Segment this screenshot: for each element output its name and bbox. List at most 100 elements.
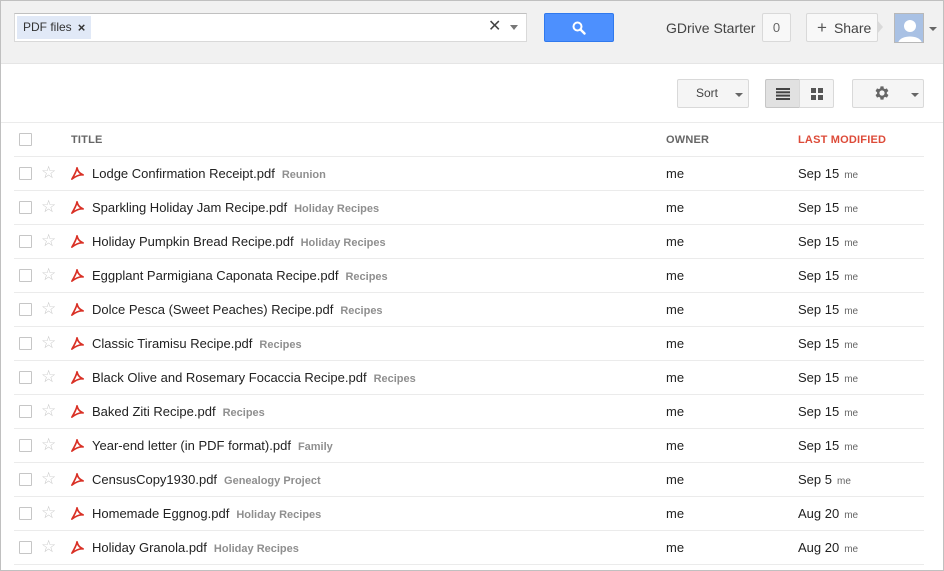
file-name[interactable]: Classic Tiramisu Recipe.pdf Recipes bbox=[92, 336, 302, 351]
column-header-title[interactable]: TITLE bbox=[71, 134, 103, 146]
star-icon[interactable]: ☆ bbox=[41, 231, 56, 251]
file-name[interactable]: Homemade Eggnog.pdf Holiday Recipes bbox=[92, 506, 321, 521]
table-row[interactable]: ☆ Baked Ziti Recipe.pdf Recipes me Sep 15 me bbox=[14, 395, 924, 429]
file-name[interactable]: Lodge Confirmation Receipt.pdf Reunion bbox=[92, 166, 326, 181]
star-icon[interactable]: ☆ bbox=[41, 333, 56, 353]
modified-by: me bbox=[844, 510, 859, 521]
folder-label[interactable]: Holiday Recipes bbox=[294, 203, 379, 215]
table-row[interactable]: ☆ Sparkling Holiday Jam Recipe.pdf Holiday… bbox=[14, 191, 924, 225]
column-header-last-modified[interactable]: LAST MODIFIED bbox=[798, 134, 886, 146]
share-button[interactable]: + Share bbox=[806, 13, 878, 42]
star-icon[interactable]: ☆ bbox=[41, 469, 56, 489]
star-icon[interactable]: ☆ bbox=[41, 401, 56, 421]
modified-by: me bbox=[844, 408, 859, 419]
chip-remove-icon[interactable]: × bbox=[78, 16, 86, 39]
row-checkbox[interactable] bbox=[19, 439, 32, 452]
star-icon[interactable]: ☆ bbox=[41, 537, 56, 557]
file-name[interactable]: Sparkling Holiday Jam Recipe.pdf Holiday … bbox=[92, 200, 379, 215]
folder-label[interactable]: Recipes bbox=[259, 339, 301, 351]
account-name[interactable]: GDrive Starter bbox=[666, 20, 755, 36]
account-dropdown-icon[interactable] bbox=[929, 27, 937, 31]
star-icon[interactable]: ☆ bbox=[41, 265, 56, 285]
file-last-modified: Aug 20 me bbox=[798, 540, 858, 555]
search-filter-chip[interactable]: PDF files × bbox=[17, 16, 92, 39]
modified-date: Sep 15 bbox=[798, 438, 840, 453]
folder-label[interactable]: Recipes bbox=[374, 373, 416, 385]
star-icon[interactable]: ☆ bbox=[41, 435, 56, 455]
table-row[interactable]: ☆ Holiday Granola.pdf Holiday Recipes me Aug… bbox=[14, 531, 924, 565]
table-row[interactable]: ☆ Lodge Confirmation Receipt.pdf Reunion me… bbox=[14, 157, 924, 191]
file-owner: me bbox=[666, 370, 685, 385]
folder-label[interactable]: Recipes bbox=[340, 305, 382, 317]
pdf-icon bbox=[70, 438, 85, 456]
file-name[interactable]: Year-end letter (in PDF format).pdf Famil… bbox=[92, 438, 333, 453]
row-checkbox[interactable] bbox=[19, 473, 32, 486]
folder-label[interactable]: Holiday Recipes bbox=[214, 543, 299, 555]
folder-label[interactable]: Family bbox=[298, 441, 333, 453]
folder-label[interactable]: Reunion bbox=[282, 169, 326, 181]
settings-button[interactable] bbox=[852, 79, 924, 108]
search-button[interactable] bbox=[544, 13, 614, 42]
table-row[interactable]: ☆ Eggplant Parmigiana Caponata Recipe.pdf… bbox=[14, 259, 924, 293]
modified-by: me bbox=[844, 442, 859, 453]
sort-button[interactable]: Sort bbox=[677, 79, 749, 108]
file-name-label: Classic Tiramisu Recipe.pdf bbox=[92, 336, 253, 351]
file-name[interactable]: Baked Ziti Recipe.pdf Recipes bbox=[92, 404, 265, 419]
row-checkbox[interactable] bbox=[19, 235, 32, 248]
table-row[interactable]: ☆ Holiday Pumpkin Bread Recipe.pdf Holiday… bbox=[14, 225, 924, 259]
avatar[interactable] bbox=[894, 13, 924, 43]
file-name[interactable]: CensusCopy1930.pdf Genealogy Project bbox=[92, 472, 321, 487]
file-name[interactable]: Holiday Pumpkin Bread Recipe.pdf Holiday … bbox=[92, 234, 386, 249]
table-row[interactable]: ☆ CensusCopy1930.pdf Genealogy Project me Se… bbox=[14, 463, 924, 497]
modified-by: me bbox=[844, 340, 859, 351]
table-row[interactable]: ☆ Classic Tiramisu Recipe.pdf Recipes me Sep… bbox=[14, 327, 924, 361]
list-view-button[interactable] bbox=[765, 79, 800, 108]
chevron-down-icon bbox=[911, 93, 919, 97]
table-row[interactable]: ☆ Dolce Pesca (Sweet Peaches) Recipe.pdf R… bbox=[14, 293, 924, 327]
row-checkbox[interactable] bbox=[19, 269, 32, 282]
star-icon[interactable]: ☆ bbox=[41, 299, 56, 319]
file-name[interactable]: Dolce Pesca (Sweet Peaches) Recipe.pdf Re… bbox=[92, 302, 383, 317]
row-checkbox[interactable] bbox=[19, 167, 32, 180]
row-checkbox[interactable] bbox=[19, 507, 32, 520]
folder-label[interactable]: Holiday Recipes bbox=[236, 509, 321, 521]
file-name-label: Sparkling Holiday Jam Recipe.pdf bbox=[92, 200, 288, 215]
pdf-icon bbox=[70, 506, 85, 524]
share-button-label: Share bbox=[833, 19, 872, 36]
search-options-dropdown-icon[interactable] bbox=[510, 25, 518, 30]
pdf-icon bbox=[70, 472, 85, 490]
file-last-modified: Sep 15 me bbox=[798, 302, 858, 317]
notifications-count-button[interactable]: 0 bbox=[762, 13, 791, 42]
star-icon[interactable]: ☆ bbox=[41, 503, 56, 523]
star-icon[interactable]: ☆ bbox=[41, 197, 56, 217]
folder-label[interactable]: Recipes bbox=[345, 271, 387, 283]
folder-label[interactable]: Holiday Recipes bbox=[301, 237, 386, 249]
select-all-checkbox[interactable] bbox=[19, 133, 32, 146]
star-icon[interactable]: ☆ bbox=[41, 367, 56, 387]
row-checkbox[interactable] bbox=[19, 337, 32, 350]
file-name[interactable]: Holiday Granola.pdf Holiday Recipes bbox=[92, 540, 299, 555]
pdf-icon bbox=[70, 370, 85, 388]
row-checkbox[interactable] bbox=[19, 303, 32, 316]
sort-button-label: Sort bbox=[696, 86, 719, 100]
pdf-icon bbox=[70, 268, 85, 286]
column-header-owner[interactable]: OWNER bbox=[666, 134, 709, 146]
file-name[interactable]: Eggplant Parmigiana Caponata Recipe.pdf R… bbox=[92, 268, 388, 283]
row-checkbox[interactable] bbox=[19, 371, 32, 384]
table-row[interactable]: ☆ Year-end letter (in PDF format).pdf Fami… bbox=[14, 429, 924, 463]
grid-view-button[interactable] bbox=[799, 79, 834, 108]
row-checkbox[interactable] bbox=[19, 541, 32, 554]
file-name-label: Eggplant Parmigiana Caponata Recipe.pdf bbox=[92, 268, 339, 283]
table-row[interactable]: ☆ Black Olive and Rosemary Focaccia Recip… bbox=[14, 361, 924, 395]
row-checkbox[interactable] bbox=[19, 201, 32, 214]
modified-by: me bbox=[844, 306, 859, 317]
file-last-modified: Sep 15 me bbox=[798, 404, 858, 419]
table-row[interactable]: ☆ Homemade Eggnog.pdf Holiday Recipes me Aug… bbox=[14, 497, 924, 531]
folder-label[interactable]: Genealogy Project bbox=[224, 475, 321, 487]
row-checkbox[interactable] bbox=[19, 405, 32, 418]
file-name[interactable]: Black Olive and Rosemary Focaccia Recipe… bbox=[92, 370, 416, 385]
clear-search-icon[interactable]: ✕ bbox=[488, 17, 501, 37]
folder-label[interactable]: Recipes bbox=[223, 407, 265, 419]
search-input[interactable]: PDF files × ✕ bbox=[14, 13, 527, 42]
star-icon[interactable]: ☆ bbox=[41, 163, 56, 183]
